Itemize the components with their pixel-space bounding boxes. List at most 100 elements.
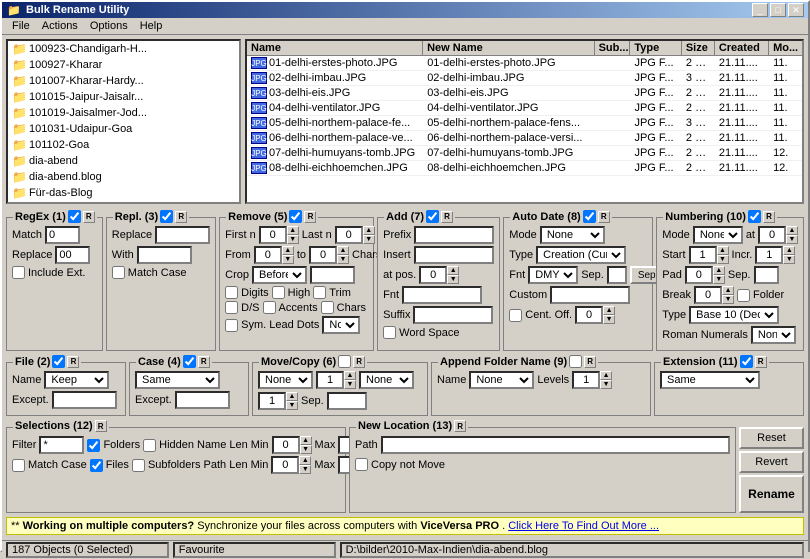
from-input[interactable] xyxy=(254,246,282,264)
repl-match-case-check[interactable] xyxy=(112,266,125,279)
extension-r-btn[interactable]: R xyxy=(755,356,767,368)
menu-file[interactable]: File xyxy=(6,18,36,34)
first-n-down[interactable]: ▼ xyxy=(287,235,299,244)
at-pos-down[interactable]: ▼ xyxy=(447,275,459,284)
list-item[interactable]: JPG06-delhi-northem-palace-ve... 06-delh… xyxy=(247,131,802,146)
subfolders-check[interactable] xyxy=(132,459,145,472)
from-up[interactable]: ▲ xyxy=(282,246,294,255)
movecopy-sep-input[interactable] xyxy=(327,392,367,410)
include-ext-check[interactable] xyxy=(12,266,25,279)
col-type[interactable]: Type xyxy=(630,41,681,55)
file2-name-select[interactable]: Keep xyxy=(44,371,109,389)
off-input[interactable] xyxy=(575,306,603,324)
autodate-enable[interactable] xyxy=(583,210,596,223)
close-button[interactable]: ✕ xyxy=(788,3,804,17)
repl-enable[interactable] xyxy=(160,210,173,223)
file2-enable[interactable] xyxy=(52,355,65,368)
ds-check[interactable] xyxy=(225,301,238,314)
mc-up2[interactable]: ▲ xyxy=(286,392,298,401)
advert-link[interactable]: Click Here To Find Out More ... xyxy=(508,520,659,532)
num-start-down[interactable]: ▼ xyxy=(717,255,729,264)
col-size[interactable]: Size xyxy=(682,41,715,55)
plm-down[interactable]: ▼ xyxy=(299,465,311,474)
list-item[interactable]: JPG07-delhi-humuyans-tomb.JPG 07-delhi-h… xyxy=(247,146,802,161)
chars2-check[interactable] xyxy=(321,301,334,314)
newlocation-r-btn[interactable]: R xyxy=(454,420,466,432)
tree-item[interactable]: 📁dia-abend xyxy=(8,153,239,169)
tree-item[interactable]: 📁101015-Jaipur-Jaisalr... xyxy=(8,89,239,105)
hidden-check[interactable] xyxy=(143,439,156,452)
num-pad-input[interactable] xyxy=(685,266,713,284)
col-name[interactable]: Name xyxy=(247,41,423,55)
autodate-custom-input[interactable] xyxy=(550,286,630,304)
last-n-down[interactable]: ▼ xyxy=(363,235,375,244)
from-down[interactable]: ▼ xyxy=(282,255,294,264)
selections-r-btn[interactable]: R xyxy=(95,420,107,432)
case-select[interactable]: Same xyxy=(135,371,220,389)
movecopy-input1[interactable] xyxy=(316,371,344,389)
crop-input[interactable] xyxy=(310,266,355,284)
num-sep-input[interactable] xyxy=(754,266,779,284)
plm-up[interactable]: ▲ xyxy=(299,456,311,465)
afl-down[interactable]: ▼ xyxy=(600,380,612,389)
first-n-input[interactable] xyxy=(259,226,287,244)
num-mode-select[interactable]: None xyxy=(693,226,743,244)
folder-check[interactable] xyxy=(737,289,750,302)
nlm-up[interactable]: ▲ xyxy=(300,436,312,445)
prefix-input[interactable] xyxy=(414,226,494,244)
remove-enable[interactable] xyxy=(289,210,302,223)
tree-item[interactable]: 📁dia-abend.blog xyxy=(8,169,239,185)
extension-enable[interactable] xyxy=(740,355,753,368)
off-up[interactable]: ▲ xyxy=(603,306,615,315)
name-len-min-input[interactable] xyxy=(272,436,300,454)
num-at-input[interactable] xyxy=(758,226,786,244)
file2-r-btn[interactable]: R xyxy=(67,356,79,368)
autodate-sep-input[interactable] xyxy=(607,266,627,284)
num-pad-down[interactable]: ▼ xyxy=(713,275,725,284)
to-up[interactable]: ▲ xyxy=(337,246,349,255)
appendfolder-r-btn[interactable]: R xyxy=(584,356,596,368)
movecopy-r-btn[interactable]: R xyxy=(353,356,365,368)
case-enable[interactable] xyxy=(183,355,196,368)
tree-item[interactable]: 📁101019-Jaisalmer-Jod... xyxy=(8,105,239,121)
movecopy-input2[interactable] xyxy=(258,392,286,410)
num-incr-input[interactable] xyxy=(755,246,783,264)
afl-up[interactable]: ▲ xyxy=(600,371,612,380)
num-break-up[interactable]: ▲ xyxy=(722,286,734,295)
add-r-btn[interactable]: R xyxy=(441,211,453,223)
first-n-up[interactable]: ▲ xyxy=(287,226,299,235)
fnt-input[interactable] xyxy=(402,286,482,304)
regex-enable[interactable] xyxy=(68,210,81,223)
roman-select[interactable]: None xyxy=(751,326,796,344)
tree-item[interactable]: 📁100927-Kharar xyxy=(8,57,239,73)
mc-down1[interactable]: ▼ xyxy=(344,380,356,389)
to-input[interactable] xyxy=(309,246,337,264)
suffix-input[interactable] xyxy=(413,306,493,324)
col-sub[interactable]: Sub... xyxy=(595,41,631,55)
num-start-input[interactable] xyxy=(689,246,717,264)
case-r-btn[interactable]: R xyxy=(198,356,210,368)
off-down[interactable]: ▼ xyxy=(603,315,615,324)
num-at-down[interactable]: ▼ xyxy=(786,235,798,244)
repl-replace-input[interactable] xyxy=(155,226,210,244)
copy-not-move-check[interactable] xyxy=(355,458,368,471)
sym-check[interactable] xyxy=(225,319,238,332)
movecopy-sel1[interactable]: None xyxy=(258,371,313,389)
num-pad-up[interactable]: ▲ xyxy=(713,266,725,275)
movecopy-enable[interactable] xyxy=(338,355,351,368)
list-item[interactable]: JPG01-delhi-erstes-photo.JPG 01-delhi-er… xyxy=(247,56,802,71)
tree-item[interactable]: 📁101007-Kharar-Hardy... xyxy=(8,73,239,89)
regex-match-input[interactable] xyxy=(45,226,80,244)
autodate-type-select[interactable]: Creation (Cur... xyxy=(536,246,626,264)
numbering-r-btn[interactable]: R xyxy=(763,211,775,223)
folders-check[interactable] xyxy=(87,439,100,452)
list-item[interactable]: JPG05-delhi-northem-palace-fe... 05-delh… xyxy=(247,116,802,131)
regex-r-btn[interactable]: R xyxy=(83,211,95,223)
cent-check[interactable] xyxy=(509,309,522,322)
at-pos-up[interactable]: ▲ xyxy=(447,266,459,275)
tree-item[interactable]: 📁100923-Chandigarh-H... xyxy=(8,41,239,57)
files-check[interactable] xyxy=(90,459,103,472)
file2-except-input[interactable] xyxy=(52,391,117,409)
high-check[interactable] xyxy=(272,286,285,299)
menu-actions[interactable]: Actions xyxy=(36,18,84,34)
